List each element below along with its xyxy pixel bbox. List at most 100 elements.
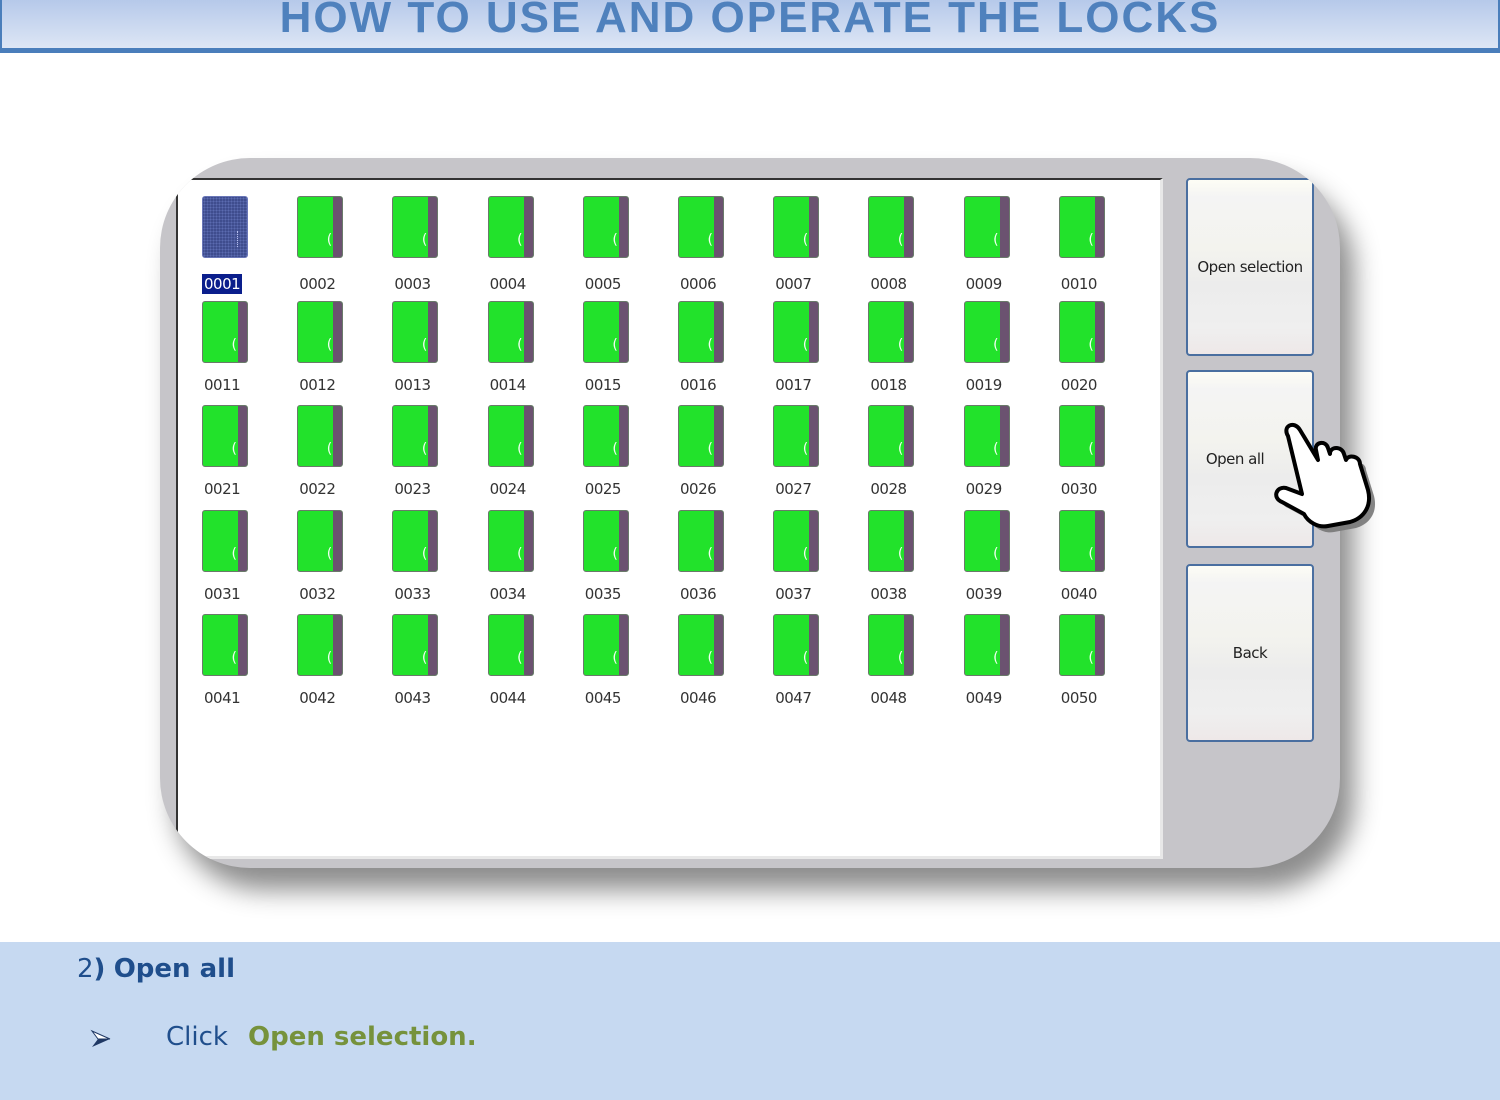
lock-number-label: 0010 — [1060, 275, 1098, 293]
lock-item[interactable]: (0002 — [297, 196, 377, 300]
lock-item[interactable]: (0050 — [1058, 614, 1139, 718]
door-handle-icon: ( — [897, 650, 904, 666]
lock-item[interactable]: (0011 — [202, 300, 282, 405]
lock-item[interactable]: (0010 — [1058, 196, 1139, 300]
lock-number-label: 0017 — [775, 375, 812, 394]
lock-item[interactable]: (0039 — [963, 509, 1044, 614]
lock-number-label: 0047 — [775, 689, 812, 707]
door-edge — [1094, 615, 1104, 675]
lock-item[interactable]: (0006 — [678, 196, 758, 300]
lock-item[interactable]: (0015 — [582, 300, 663, 405]
lock-item[interactable]: (0049 — [963, 614, 1044, 718]
lock-item[interactable]: (0025 — [582, 405, 663, 509]
door-edge — [238, 301, 247, 362]
lock-item[interactable]: (0033 — [392, 509, 472, 614]
closed-lock-door-icon: ( — [297, 614, 344, 676]
open-selection-button[interactable]: Open selection — [1186, 178, 1314, 356]
door-edge — [333, 615, 343, 675]
lock-item[interactable]: (0014 — [487, 300, 568, 405]
lock-item[interactable]: (0029 — [963, 405, 1044, 509]
lock-item[interactable]: (0032 — [297, 509, 377, 614]
door-edge — [809, 615, 819, 675]
lock-number-label: 0011 — [204, 375, 241, 394]
door-handle-icon: ( — [1088, 336, 1094, 353]
arrowhead-bullet-icon — [90, 1029, 111, 1047]
closed-lock-door-icon: ( — [773, 196, 820, 258]
lock-control-screen: (0001(0002(0003(0004(0005(0006(0007(0008… — [160, 158, 1340, 868]
lock-item[interactable]: (0028 — [868, 405, 948, 509]
closed-lock-door-icon: ( — [868, 614, 915, 676]
lock-number-label: 0018 — [870, 375, 907, 394]
door-handle-icon: ( — [326, 232, 333, 248]
lock-item[interactable]: (0035 — [582, 509, 663, 614]
lock-item[interactable]: (0020 — [1058, 300, 1139, 405]
lock-item[interactable]: (0007 — [773, 196, 853, 300]
closed-lock-door-icon: ( — [678, 405, 724, 467]
lock-item[interactable]: (0034 — [487, 509, 568, 614]
lock-item[interactable]: (0041 — [202, 614, 282, 718]
lock-item[interactable]: (0005 — [582, 196, 663, 300]
lock-item[interactable]: (0044 — [487, 614, 568, 718]
lock-item[interactable]: (0042 — [297, 614, 377, 718]
door-handle-icon: ( — [802, 232, 809, 248]
lock-item[interactable]: (0018 — [868, 300, 948, 405]
lock-item[interactable]: (0017 — [773, 300, 853, 405]
door-edge — [999, 406, 1009, 466]
lock-item[interactable]: (0026 — [678, 405, 758, 509]
lock-item[interactable]: (0013 — [392, 300, 472, 405]
lock-item[interactable]: (0048 — [868, 614, 948, 718]
lock-number-label: 0034 — [489, 584, 527, 603]
door-handle-icon: ( — [1088, 545, 1094, 562]
lock-item[interactable]: (0009 — [963, 196, 1044, 300]
door-handle-icon: ( — [993, 441, 999, 457]
closed-lock-door-icon: ( — [487, 405, 534, 467]
action-target: Open selection. — [248, 1022, 477, 1052]
lock-item[interactable]: (0031 — [202, 509, 282, 614]
door-handle-icon: ( — [802, 545, 809, 562]
closed-lock-door-icon: ( — [487, 300, 534, 363]
lock-number-label: 0022 — [299, 480, 336, 498]
lock-item[interactable]: (0023 — [392, 405, 472, 509]
closed-lock-door-icon: ( — [297, 405, 344, 467]
door-handle-icon: ( — [421, 336, 428, 353]
lock-item[interactable]: (0047 — [773, 614, 853, 718]
door-handle-icon: ( — [231, 545, 237, 562]
lock-item[interactable]: (0038 — [868, 509, 948, 614]
closed-lock-door-icon: ( — [392, 405, 439, 467]
lock-item[interactable]: (0008 — [868, 196, 948, 300]
lock-item[interactable]: (0030 — [1058, 405, 1139, 509]
lock-item[interactable]: (0036 — [678, 509, 758, 614]
closed-lock-door-icon: ( — [868, 405, 915, 467]
lock-item[interactable]: (0003 — [392, 196, 472, 300]
closed-lock-door-icon: ( — [773, 405, 820, 467]
closed-lock-door-icon: ( — [773, 300, 820, 363]
door-edge — [333, 406, 343, 466]
door-edge — [809, 197, 819, 257]
lock-item[interactable]: (0001 — [202, 196, 282, 300]
door-edge — [999, 510, 1009, 571]
door-edge — [523, 301, 533, 362]
lock-item[interactable]: (0045 — [582, 614, 663, 718]
door-edge — [428, 197, 438, 257]
back-button[interactable]: Back — [1186, 564, 1314, 742]
lock-item[interactable]: (0040 — [1058, 509, 1139, 614]
door-edge — [999, 301, 1009, 362]
lock-item[interactable]: (0027 — [773, 405, 853, 509]
lock-item[interactable]: (0012 — [297, 300, 377, 405]
door-edge — [714, 510, 723, 571]
lock-number-label: 0037 — [775, 584, 812, 603]
lock-item[interactable]: (0037 — [773, 509, 853, 614]
lock-item[interactable]: (0016 — [678, 300, 758, 405]
page-title: HOW TO USE AND OPERATE THE LOCKS — [279, 0, 1221, 42]
door-handle-icon: ( — [517, 545, 523, 562]
lock-item[interactable]: (0046 — [678, 614, 758, 718]
lock-item[interactable]: (0021 — [202, 405, 282, 509]
lock-item[interactable]: (0004 — [487, 196, 568, 300]
closed-lock-door-icon: ( — [392, 614, 439, 676]
lock-item[interactable]: (0019 — [963, 300, 1044, 405]
lock-item[interactable]: (0043 — [392, 614, 472, 718]
lock-item[interactable]: (0022 — [297, 405, 377, 509]
lock-number-label: 0043 — [394, 689, 431, 707]
selected-lock-door-icon: ( — [202, 196, 248, 258]
lock-item[interactable]: (0024 — [487, 405, 568, 509]
